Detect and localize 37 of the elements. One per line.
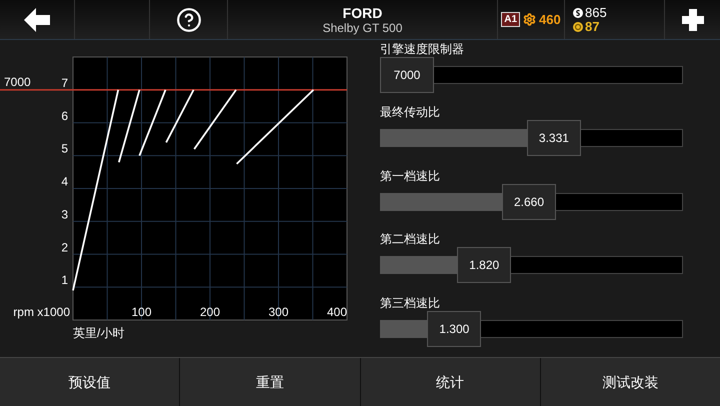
slider-label: 最终传动比 [380, 105, 440, 120]
slider-label: 第一档速比 [380, 168, 440, 183]
cash-amount: 865 [585, 6, 607, 20]
y-axis-label: rpm x1000 [13, 305, 70, 319]
y-tick-label: 7 [61, 76, 68, 90]
x-tick-label: 200 [200, 305, 220, 319]
slider-thumb[interactable]: 1.300 [427, 310, 482, 347]
gear-line [138, 90, 166, 156]
slider-thumb[interactable]: 1.820 [457, 247, 512, 284]
slider-thumb[interactable]: 2.660 [502, 184, 556, 220]
x-axis-label: 英里/小时 [73, 326, 124, 340]
slider-label: 引擎速度限制器 [380, 42, 464, 56]
limit-label: 7000 [4, 74, 31, 89]
slider-label: 第三档速比 [380, 296, 440, 310]
y-tick-label: 6 [61, 108, 68, 123]
slider-thumb[interactable]: 7000 [380, 57, 434, 93]
y-tick-label: 1 [61, 273, 68, 288]
back-arrow-icon[interactable] [24, 8, 50, 32]
car-model: Shelby GT 500 [322, 20, 402, 34]
class-badge: A1 [501, 12, 520, 27]
y-tick-label: 4 [61, 174, 68, 188]
slider-thumb[interactable]: 3.331 [526, 120, 581, 156]
x-tick-label: 400 [326, 305, 347, 319]
premium-currency-amount: 87 [585, 20, 600, 34]
premium-coin-icon [573, 22, 583, 32]
y-tick-label: 2 [61, 240, 68, 254]
performance-rating: 460 [539, 10, 561, 29]
y-tick-label: 5 [61, 142, 68, 156]
car-make: FORD [342, 4, 382, 20]
help-icon[interactable] [176, 6, 202, 32]
gear-icon [523, 13, 536, 26]
x-tick-label: 100 [131, 305, 152, 319]
x-tick-label: 300 [268, 305, 289, 319]
y-tick-label: 3 [61, 207, 68, 222]
slider-label: 第二档速比 [380, 232, 440, 246]
cash-coin-icon [573, 8, 583, 18]
plus-icon[interactable] [682, 8, 704, 30]
